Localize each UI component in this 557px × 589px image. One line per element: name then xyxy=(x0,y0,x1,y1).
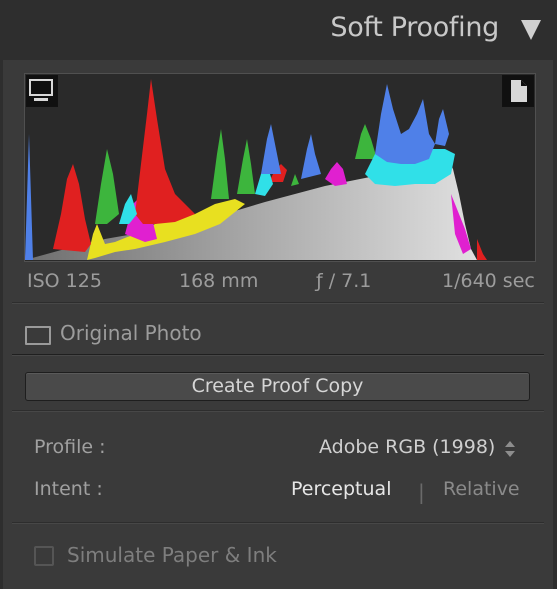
profile-select[interactable]: Adobe RGB (1998) xyxy=(319,436,495,458)
histogram[interactable] xyxy=(24,73,536,262)
intent-label: Intent : xyxy=(34,478,103,500)
exif-shutter-speed: 1/640 sec xyxy=(442,270,535,292)
exif-focal-length: 168 mm xyxy=(179,270,259,292)
panel-header[interactable]: Soft Proofing xyxy=(0,0,557,60)
intent-option-relative[interactable]: Relative xyxy=(443,478,520,500)
soft-proofing-panel: ISO 125 168 mm ƒ / 7.1 1/640 sec Origina… xyxy=(3,60,553,589)
create-proof-copy-button[interactable]: Create Proof Copy xyxy=(25,372,530,401)
shadow-clipping-icon[interactable] xyxy=(26,75,58,107)
exif-aperture: ƒ / 7.1 xyxy=(316,270,372,292)
histogram-graph xyxy=(25,79,487,260)
exif-iso: ISO 125 xyxy=(27,270,102,292)
intent-separator: | xyxy=(418,480,425,504)
divider xyxy=(12,522,544,524)
divider xyxy=(12,354,544,356)
profile-stepper-icon[interactable] xyxy=(505,440,517,460)
profile-label: Profile : xyxy=(34,436,106,458)
highlight-clipping-icon[interactable] xyxy=(502,75,534,107)
panel-title: Soft Proofing xyxy=(330,12,499,43)
intent-option-perceptual[interactable]: Perceptual xyxy=(291,478,391,500)
simulate-paper-ink-checkbox[interactable] xyxy=(34,546,54,566)
simulate-paper-ink-label[interactable]: Simulate Paper & Ink xyxy=(67,543,277,567)
divider xyxy=(12,302,544,304)
original-photo-label[interactable]: Original Photo xyxy=(60,321,202,345)
collapse-triangle-icon[interactable] xyxy=(521,20,541,40)
original-photo-icon[interactable] xyxy=(25,326,51,345)
divider xyxy=(12,410,544,412)
